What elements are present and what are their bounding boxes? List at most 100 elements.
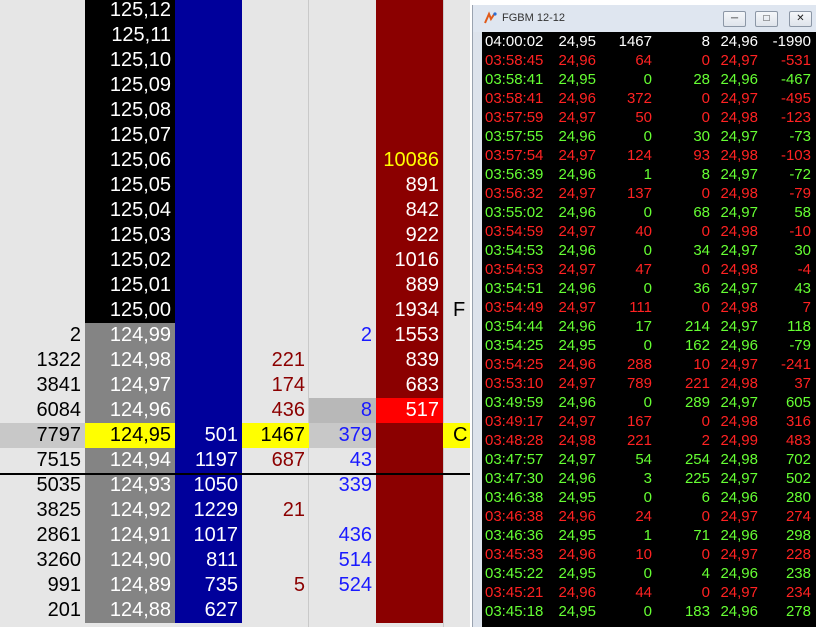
price-cell[interactable]: 124,92: [85, 498, 175, 523]
ask-size-cell[interactable]: [376, 498, 443, 523]
bid-volume-cell[interactable]: 7515: [0, 448, 85, 473]
ladder-row[interactable]: 125,09: [0, 73, 470, 98]
marker-cell[interactable]: [443, 123, 470, 148]
price-cell[interactable]: 124,98: [85, 348, 175, 373]
ladder-row[interactable]: 125,06 10086: [0, 148, 470, 173]
price-cell[interactable]: 124,95: [85, 423, 175, 448]
ladder-row[interactable]: 125,00 1934 F: [0, 298, 470, 323]
bid-size-cell[interactable]: 1017: [175, 523, 242, 548]
bid-size-cell[interactable]: [175, 248, 242, 273]
bid-size-cell[interactable]: 501: [175, 423, 242, 448]
trade-row[interactable]: 03:54:25 24,95 0 162 24,96 -79: [482, 336, 816, 355]
bid-volume-cell[interactable]: 991: [0, 573, 85, 598]
ask-volume-cell[interactable]: [309, 223, 376, 248]
bid-volume-cell[interactable]: 201: [0, 598, 85, 623]
marker-cell[interactable]: [443, 398, 470, 423]
bid-size-cell[interactable]: [175, 323, 242, 348]
price-cell[interactable]: 125,08: [85, 98, 175, 123]
price-cell[interactable]: 125,03: [85, 223, 175, 248]
ask-volume-cell[interactable]: [309, 23, 376, 48]
ask-size-cell[interactable]: 683: [376, 373, 443, 398]
marker-cell[interactable]: [443, 223, 470, 248]
traded-volume-cell[interactable]: [242, 198, 309, 223]
ladder-row[interactable]: 125,03 922: [0, 223, 470, 248]
ask-size-cell[interactable]: 839: [376, 348, 443, 373]
price-cell[interactable]: 125,00: [85, 298, 175, 323]
ask-volume-cell[interactable]: 2: [309, 323, 376, 348]
bid-volume-cell[interactable]: 3841: [0, 373, 85, 398]
price-cell[interactable]: 125,10: [85, 48, 175, 73]
ask-size-cell[interactable]: [376, 123, 443, 148]
traded-volume-cell[interactable]: 21: [242, 498, 309, 523]
bid-size-cell[interactable]: [175, 23, 242, 48]
traded-volume-cell[interactable]: 436: [242, 398, 309, 423]
price-cell[interactable]: 125,04: [85, 198, 175, 223]
trade-row[interactable]: 03:46:38 24,95 0 6 24,96 280: [482, 488, 816, 507]
trade-row[interactable]: 03:54:59 24,97 40 0 24,98 -10: [482, 222, 816, 241]
ask-volume-cell[interactable]: [309, 48, 376, 73]
bid-size-cell[interactable]: [175, 73, 242, 98]
price-cell[interactable]: 124,90: [85, 548, 175, 573]
bid-size-cell[interactable]: [175, 0, 242, 23]
bid-size-cell[interactable]: [175, 273, 242, 298]
ask-size-cell[interactable]: 922: [376, 223, 443, 248]
bid-volume-cell[interactable]: [0, 173, 85, 198]
bid-size-cell[interactable]: 1197: [175, 448, 242, 473]
price-cell[interactable]: 124,93: [85, 473, 175, 498]
marker-cell[interactable]: [443, 348, 470, 373]
bid-size-cell[interactable]: 1229: [175, 498, 242, 523]
bid-volume-cell[interactable]: 2: [0, 323, 85, 348]
ask-size-cell[interactable]: [376, 48, 443, 73]
ask-volume-cell[interactable]: 8: [309, 398, 376, 423]
bid-volume-cell[interactable]: [0, 23, 85, 48]
minimize-button[interactable]: ─: [723, 11, 746, 27]
bid-size-cell[interactable]: [175, 298, 242, 323]
ladder-row[interactable]: 2861 124,91 1017 436: [0, 523, 470, 548]
ask-volume-cell[interactable]: [309, 123, 376, 148]
trade-row[interactable]: 03:58:41 24,95 0 28 24,96 -467: [482, 70, 816, 89]
bid-size-cell[interactable]: 627: [175, 598, 242, 623]
bid-volume-cell[interactable]: [0, 0, 85, 23]
marker-cell[interactable]: [443, 273, 470, 298]
trade-row[interactable]: 03:45:22 24,95 0 4 24,96 238: [482, 564, 816, 583]
ask-volume-cell[interactable]: [309, 148, 376, 173]
traded-volume-cell[interactable]: [242, 48, 309, 73]
trade-row[interactable]: 03:54:44 24,96 17 214 24,97 118: [482, 317, 816, 336]
trade-row[interactable]: 03:54:53 24,97 47 0 24,98 -4: [482, 260, 816, 279]
traded-volume-cell[interactable]: 5: [242, 573, 309, 598]
traded-volume-cell[interactable]: 221: [242, 348, 309, 373]
trade-row[interactable]: 03:46:36 24,95 1 71 24,96 298: [482, 526, 816, 545]
ladder-row[interactable]: 125,04 842: [0, 198, 470, 223]
ask-volume-cell[interactable]: [309, 348, 376, 373]
bid-size-cell[interactable]: [175, 123, 242, 148]
ladder-row[interactable]: 3825 124,92 1229 21: [0, 498, 470, 523]
ask-volume-cell[interactable]: [309, 248, 376, 273]
bid-volume-cell[interactable]: [0, 48, 85, 73]
trade-row[interactable]: 03:58:41 24,96 372 0 24,97 -495: [482, 89, 816, 108]
ask-volume-cell[interactable]: 43: [309, 448, 376, 473]
maximize-button[interactable]: □: [755, 11, 778, 27]
ask-size-cell[interactable]: 889: [376, 273, 443, 298]
ask-volume-cell[interactable]: [309, 98, 376, 123]
price-cell[interactable]: 124,96: [85, 398, 175, 423]
bid-size-cell[interactable]: [175, 48, 242, 73]
marker-cell[interactable]: [443, 173, 470, 198]
ask-volume-cell[interactable]: 379: [309, 423, 376, 448]
ask-size-cell[interactable]: [376, 448, 443, 473]
traded-volume-cell[interactable]: [242, 248, 309, 273]
trade-row[interactable]: 03:49:59 24,96 0 289 24,97 605: [482, 393, 816, 412]
ask-size-cell[interactable]: [376, 98, 443, 123]
bid-size-cell[interactable]: [175, 223, 242, 248]
bid-size-cell[interactable]: 811: [175, 548, 242, 573]
bid-volume-cell[interactable]: 6084: [0, 398, 85, 423]
price-cell[interactable]: 124,99: [85, 323, 175, 348]
price-cell[interactable]: 125,05: [85, 173, 175, 198]
ladder-row[interactable]: 125,08: [0, 98, 470, 123]
marker-cell[interactable]: F: [443, 298, 470, 323]
bid-volume-cell[interactable]: [0, 273, 85, 298]
ask-size-cell[interactable]: [376, 523, 443, 548]
ladder-row[interactable]: 125,01 889: [0, 273, 470, 298]
marker-cell[interactable]: [443, 148, 470, 173]
price-cell[interactable]: 124,88: [85, 598, 175, 623]
ask-volume-cell[interactable]: 524: [309, 573, 376, 598]
